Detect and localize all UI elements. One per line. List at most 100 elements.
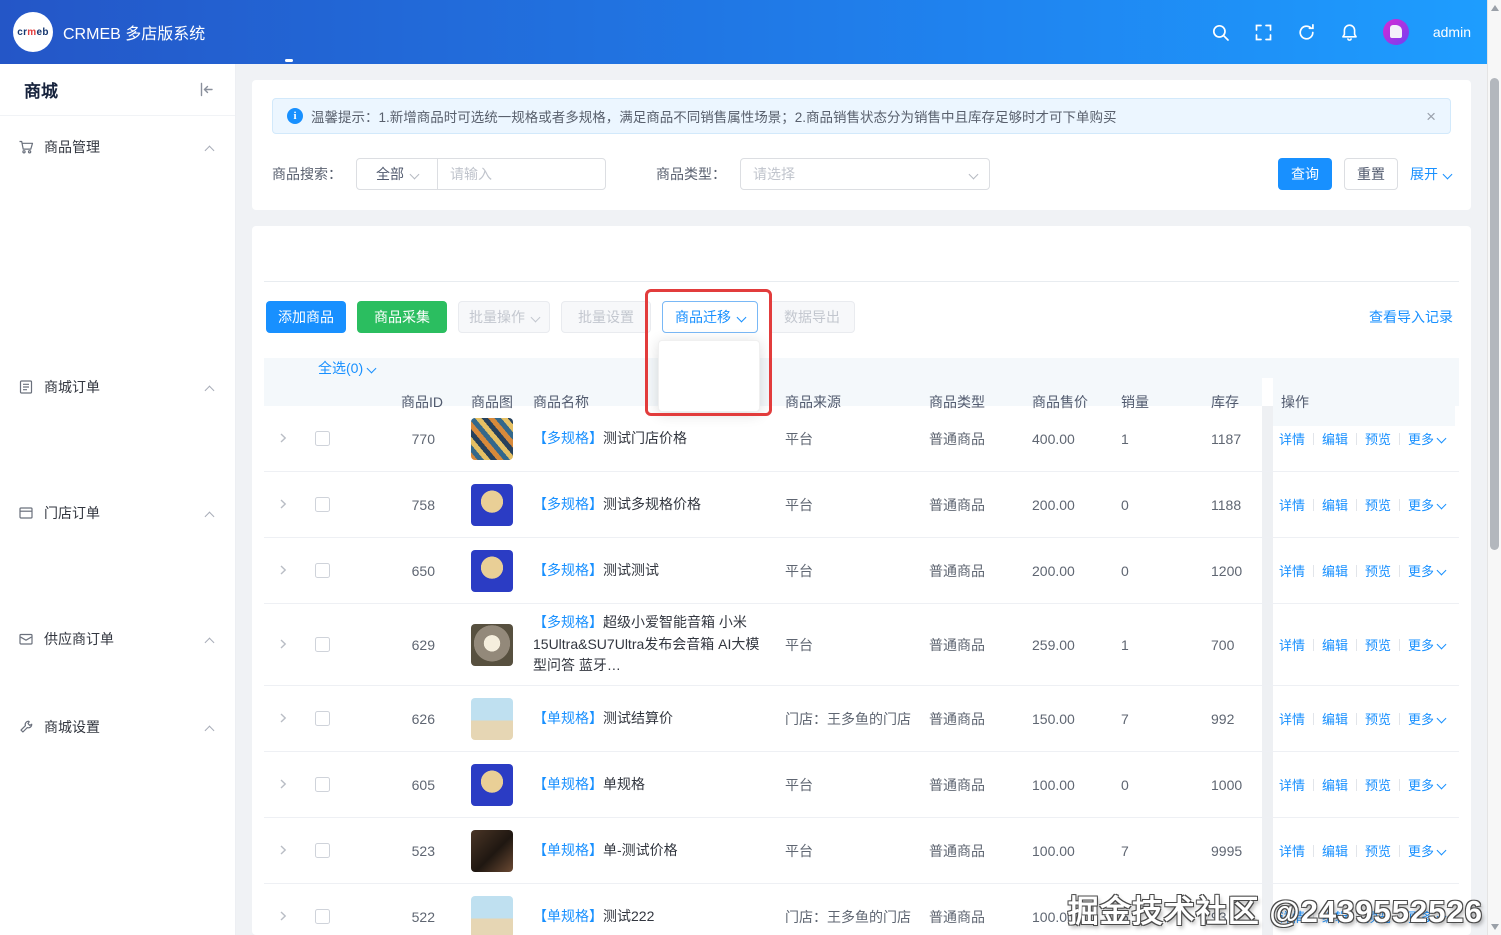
action-detail-link[interactable]: 详情: [1279, 841, 1305, 860]
action-preview-link[interactable]: 预览: [1365, 635, 1391, 654]
search-scope-select[interactable]: 全部: [356, 158, 438, 190]
row-checkbox[interactable]: [314, 909, 330, 925]
row-checkbox[interactable]: [314, 843, 330, 859]
product-migrate-button[interactable]: 商品迁移: [662, 301, 758, 333]
product-thumbnail[interactable]: [471, 623, 513, 666]
action-preview-link[interactable]: 预览: [1365, 429, 1391, 448]
navbar-item[interactable]: [340, 0, 374, 64]
sidebar-section-header[interactable]: 商品管理: [0, 126, 235, 168]
sidebar-item[interactable]: [141, 748, 235, 786]
product-thumbnail[interactable]: [471, 763, 513, 806]
page-scrollbar[interactable]: [1487, 0, 1501, 935]
expand-row-icon[interactable]: [277, 563, 289, 579]
navbar-item[interactable]: [238, 0, 272, 64]
action-more-link[interactable]: 更多: [1408, 635, 1447, 654]
sidebar-item[interactable]: [141, 320, 235, 358]
sidebar-item[interactable]: [141, 786, 235, 824]
row-checkbox[interactable]: [314, 497, 330, 512]
action-more-link[interactable]: 更多: [1408, 709, 1447, 728]
collapse-sidebar-icon[interactable]: [198, 81, 215, 98]
sidebar-item[interactable]: [141, 206, 235, 244]
sidebar-section-header[interactable]: 门店订单: [0, 492, 235, 534]
scrollbar-thumb[interactable]: [1490, 78, 1499, 550]
action-edit-link[interactable]: 编辑: [1322, 635, 1348, 654]
expand-row-icon[interactable]: [277, 777, 289, 793]
fullscreen-icon[interactable]: [1254, 23, 1273, 42]
expand-row-icon[interactable]: [277, 843, 289, 859]
action-preview-link[interactable]: 预览: [1365, 709, 1391, 728]
refresh-icon[interactable]: [1297, 23, 1316, 42]
row-checkbox[interactable]: [314, 777, 330, 793]
close-icon[interactable]: ×: [1426, 108, 1436, 125]
action-more-link[interactable]: 更多: [1408, 561, 1447, 580]
action-more-link[interactable]: 更多: [1408, 495, 1447, 514]
action-edit-link[interactable]: 编辑: [1322, 561, 1348, 580]
row-checkbox[interactable]: [314, 711, 330, 727]
keyword-input[interactable]: 请输入: [437, 158, 606, 190]
migrate-menu-item[interactable]: [659, 376, 759, 406]
sidebar-item[interactable]: [36, 534, 141, 572]
reset-button[interactable]: 重置: [1344, 158, 1398, 190]
sidebar-item[interactable]: [36, 572, 141, 610]
sidebar-item[interactable]: [36, 824, 141, 862]
product-type-select[interactable]: 请选择: [740, 158, 990, 190]
action-detail-link[interactable]: 详情: [1279, 429, 1305, 448]
navbar-item[interactable]: [510, 0, 544, 64]
product-thumbnail[interactable]: [471, 549, 513, 592]
row-checkbox[interactable]: [314, 563, 330, 578]
row-checkbox[interactable]: [314, 637, 330, 653]
action-edit-link[interactable]: 编辑: [1322, 841, 1348, 860]
bell-icon[interactable]: [1340, 23, 1359, 42]
sidebar-item[interactable]: [141, 534, 235, 572]
sidebar-item[interactable]: [141, 282, 235, 320]
scroll-down-arrow[interactable]: [1491, 924, 1499, 930]
sidebar-item[interactable]: [36, 660, 141, 698]
navbar-item[interactable]: [374, 0, 408, 64]
navbar-item[interactable]: [544, 0, 578, 64]
expand-row-icon[interactable]: [277, 431, 289, 447]
sidebar-item[interactable]: [36, 244, 141, 282]
collect-product-button[interactable]: 商品采集: [357, 301, 447, 333]
action-more-link[interactable]: 更多: [1408, 841, 1447, 860]
product-thumbnail[interactable]: [471, 829, 513, 872]
action-detail-link[interactable]: 详情: [1279, 495, 1305, 514]
product-thumbnail[interactable]: [471, 417, 513, 460]
migrate-menu-item[interactable]: [659, 346, 759, 376]
action-edit-link[interactable]: 编辑: [1322, 775, 1348, 794]
action-detail-link[interactable]: 详情: [1279, 561, 1305, 580]
product-thumbnail[interactable]: [471, 895, 513, 935]
query-button[interactable]: 查询: [1278, 158, 1332, 190]
product-thumbnail[interactable]: [471, 483, 513, 526]
sidebar-item[interactable]: [36, 320, 141, 358]
search-icon[interactable]: [1211, 23, 1230, 42]
sidebar-item[interactable]: [36, 168, 141, 206]
sidebar-item[interactable]: [36, 446, 141, 484]
row-checkbox[interactable]: [314, 431, 330, 446]
navbar-item[interactable]: [476, 0, 510, 64]
expand-row-icon[interactable]: [277, 909, 289, 925]
action-preview-link[interactable]: 预览: [1365, 775, 1391, 794]
sidebar-item[interactable]: [141, 660, 235, 698]
navbar-item[interactable]: [408, 0, 442, 64]
navbar-item[interactable]: [306, 0, 340, 64]
batch-setting-button[interactable]: 批量设置: [561, 301, 651, 333]
action-detail-link[interactable]: 详情: [1279, 635, 1305, 654]
scroll-up-arrow[interactable]: [1491, 5, 1499, 11]
sidebar-item[interactable]: [36, 408, 141, 446]
action-preview-link[interactable]: 预览: [1365, 495, 1391, 514]
expand-filters-link[interactable]: 展开: [1410, 164, 1453, 184]
view-import-records-link[interactable]: 查看导入记录: [1369, 307, 1453, 327]
action-edit-link[interactable]: 编辑: [1322, 429, 1348, 448]
action-preview-link[interactable]: 预览: [1365, 561, 1391, 580]
sidebar-item[interactable]: [36, 206, 141, 244]
navbar-item[interactable]: [442, 0, 476, 64]
action-edit-link[interactable]: 编辑: [1322, 495, 1348, 514]
action-detail-link[interactable]: 详情: [1279, 709, 1305, 728]
sidebar-item[interactable]: [141, 244, 235, 282]
sidebar-section-header[interactable]: 商城设置: [0, 706, 235, 748]
expand-row-icon[interactable]: [277, 711, 289, 727]
action-edit-link[interactable]: 编辑: [1322, 709, 1348, 728]
select-all-dropdown[interactable]: 全选(0): [302, 358, 457, 378]
sidebar-item[interactable]: [36, 786, 141, 824]
product-thumbnail[interactable]: [471, 697, 513, 740]
